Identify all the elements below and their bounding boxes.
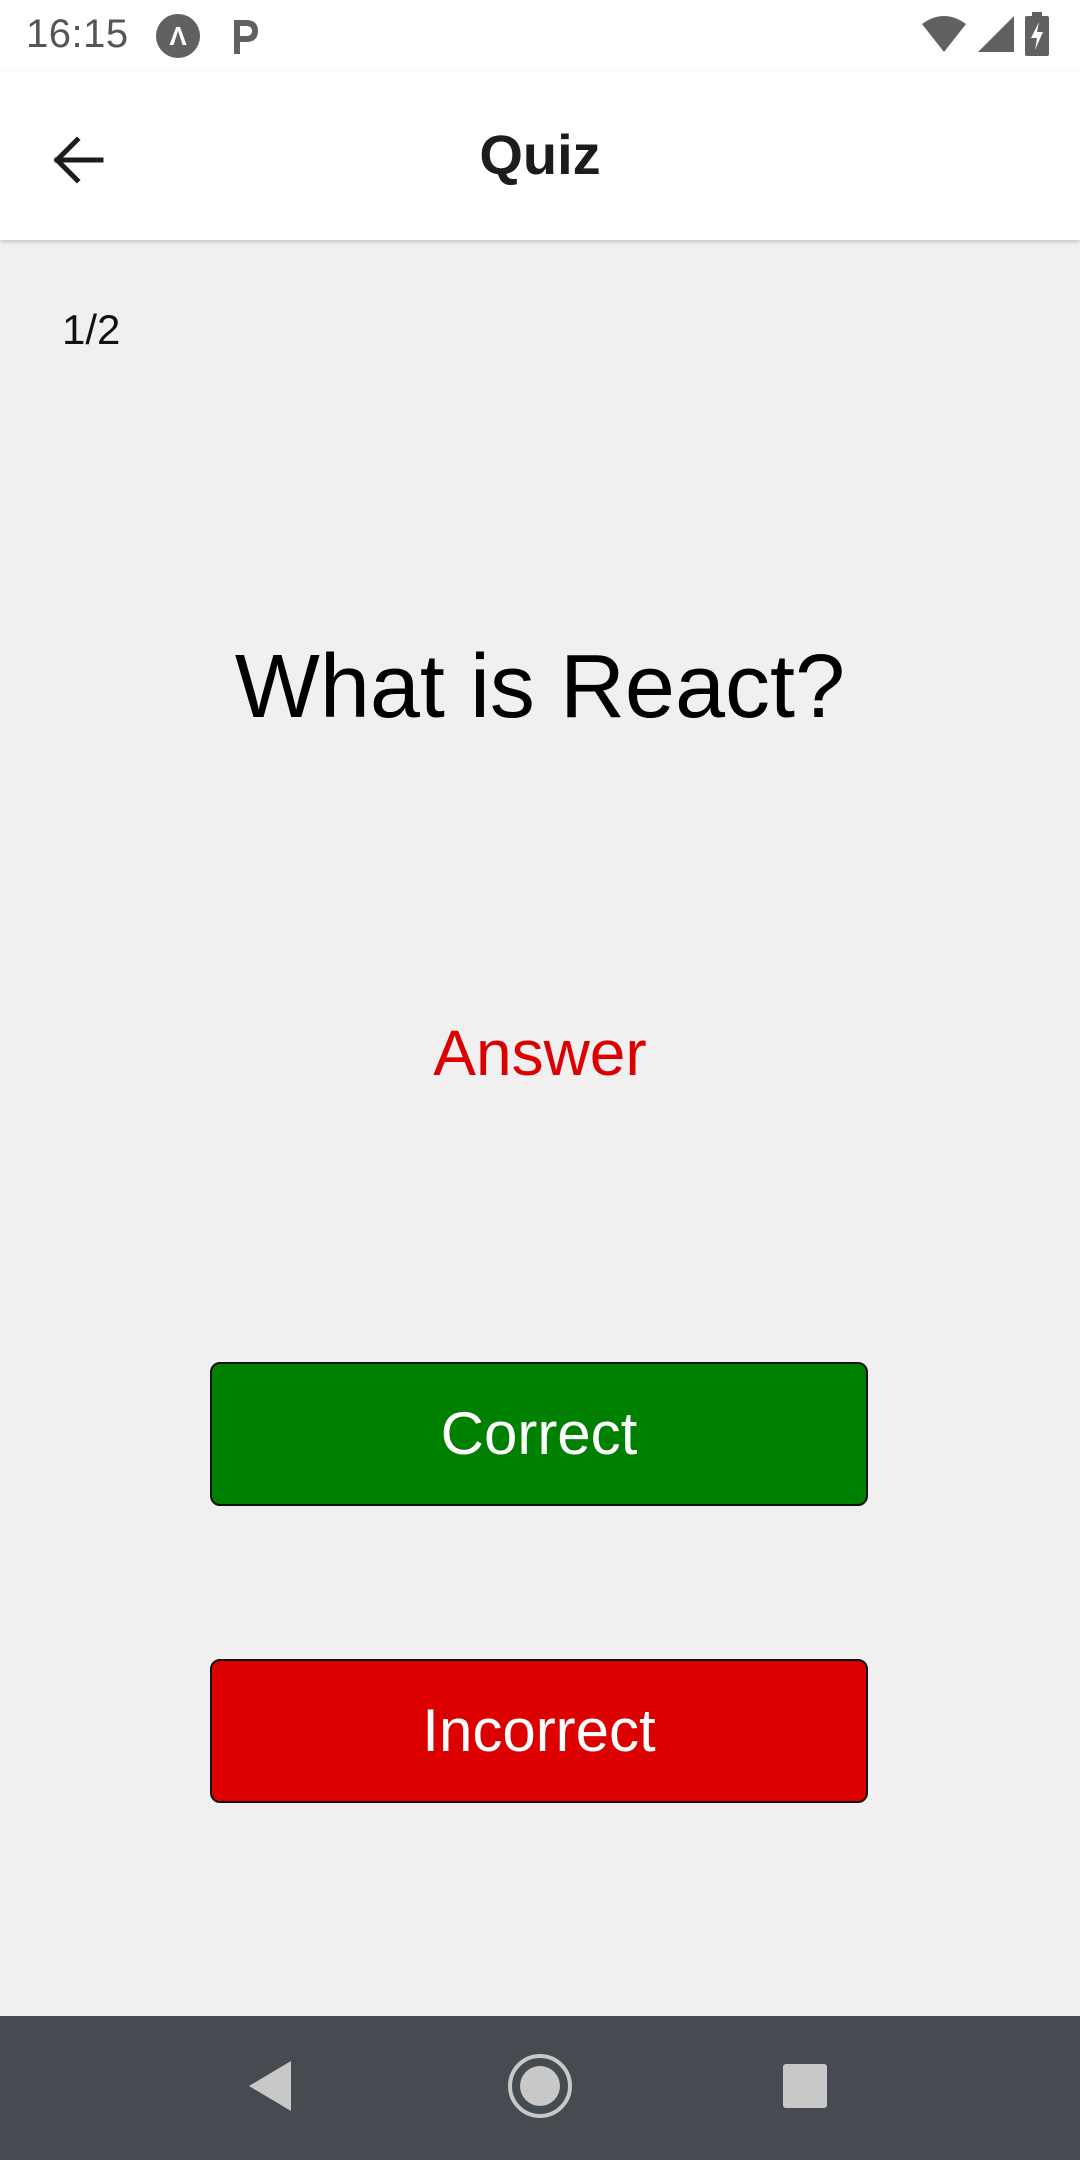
page-title: Quiz xyxy=(479,123,601,186)
nav-home-icon xyxy=(506,2052,574,2125)
incorrect-button[interactable]: Incorrect xyxy=(210,1659,868,1803)
status-icons xyxy=(920,11,1050,61)
app-bar: Quiz xyxy=(0,72,1080,240)
status-time: 16:15 xyxy=(26,12,129,56)
nav-back-button[interactable] xyxy=(230,2048,310,2128)
battery-charging-icon xyxy=(1024,11,1050,61)
status-bar: 16:15 Λ xyxy=(0,0,1080,72)
nav-recents-button[interactable] xyxy=(765,2048,845,2128)
nav-back-icon xyxy=(245,2059,295,2118)
question-progress: 1/2 xyxy=(62,306,121,353)
nav-recents-icon xyxy=(781,2062,829,2115)
wifi-icon xyxy=(920,14,968,59)
parking-icon xyxy=(226,14,262,58)
show-answer-button[interactable]: Answer xyxy=(390,1016,690,1090)
question-text: What is React? xyxy=(234,637,846,737)
correct-button[interactable]: Correct xyxy=(210,1362,868,1506)
system-nav-bar xyxy=(0,2016,1080,2160)
cellular-icon xyxy=(976,14,1016,59)
quiz-screen: 16:15 Λ Quiz 1/2 What is React? Answer C… xyxy=(0,0,1080,2160)
app-a-icon: Λ xyxy=(156,14,200,58)
nav-home-button[interactable] xyxy=(500,2048,580,2128)
